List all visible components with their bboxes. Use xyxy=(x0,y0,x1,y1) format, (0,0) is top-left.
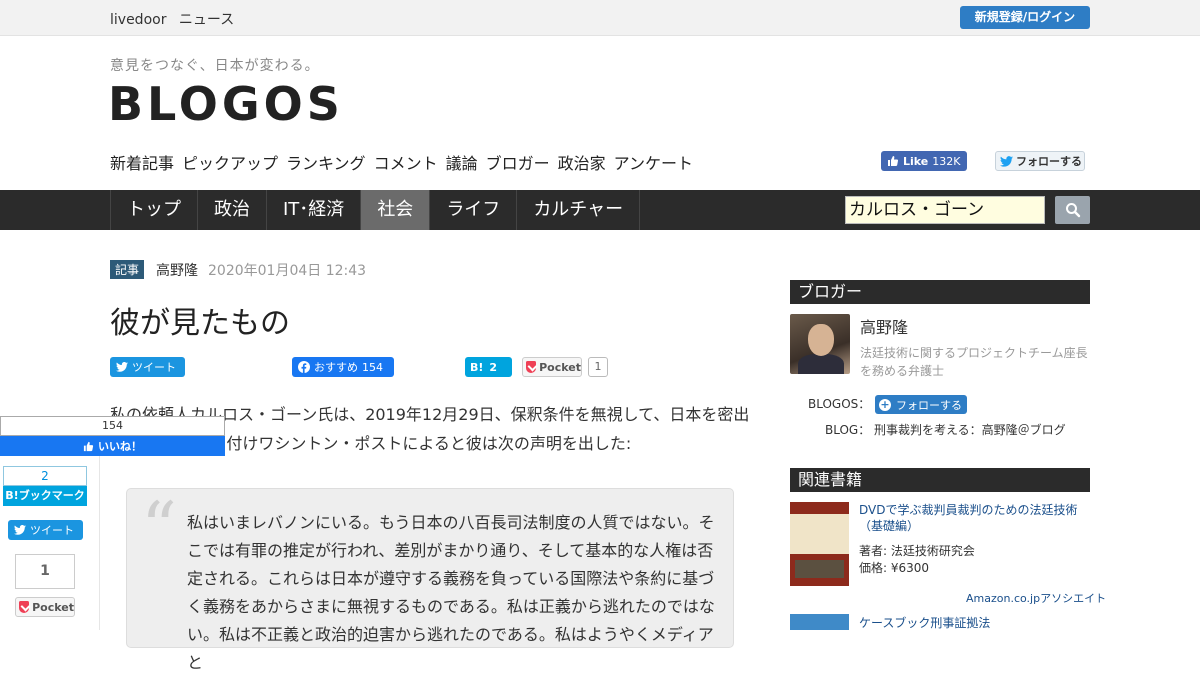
avatar-suit xyxy=(798,354,844,374)
blogger-name[interactable]: 高野隆 xyxy=(860,314,908,338)
fb-recommend-count: 154 xyxy=(362,360,383,374)
nav-culture[interactable]: カルチャー xyxy=(517,190,641,230)
fb-like-count: 132K xyxy=(932,154,961,168)
subnav-survey[interactable]: アンケート xyxy=(614,150,693,174)
fb-recommend-label: おすすめ xyxy=(314,361,358,374)
article-title: 彼が見たもの xyxy=(110,306,290,341)
blogos-follow-button[interactable]: + フォローする xyxy=(875,395,967,414)
sub-navigation: 新着記事 ピックアップ ランキング コメント 議論 ブロガー 政治家 アンケート xyxy=(110,150,693,174)
twitter-bird-icon xyxy=(116,362,128,372)
tweet-button[interactable]: ツイート xyxy=(110,357,185,377)
book-cover[interactable] xyxy=(790,614,849,630)
site-tagline: 意見をつなぐ、日本が変わる。 xyxy=(110,58,320,74)
blogger-avatar[interactable] xyxy=(790,314,850,374)
twitter-follow-button[interactable]: フォローする xyxy=(995,151,1085,171)
article-date: 2020年01月04日 12:43 xyxy=(208,263,367,279)
site-logo[interactable]: BLOGOS xyxy=(108,78,344,130)
left-divider xyxy=(99,456,100,630)
subnav-blogger[interactable]: ブロガー xyxy=(486,150,550,174)
blogger-description: 法廷技術に関するプロジェクトチーム座長を務める弁護士 xyxy=(860,346,1088,378)
blog-link[interactable]: 刑事裁判を考える：高野隆＠ブログ xyxy=(874,421,1066,438)
book-author: 著者: 法廷技術研究会 xyxy=(859,544,975,558)
facebook-like-button[interactable]: Like 132K xyxy=(881,151,967,171)
nav-society[interactable]: 社会 xyxy=(361,190,431,230)
floating-hatena[interactable]: 2 B!ブックマーク xyxy=(3,466,87,506)
search-input[interactable]: カルロス・ゴーン xyxy=(845,196,1045,224)
register-login-button[interactable]: 新規登録/ログイン xyxy=(960,6,1090,29)
book-price: 価格: ¥6300 xyxy=(859,561,930,575)
top-bar: livedoor ニュース 新規登録/ログイン xyxy=(0,0,1200,36)
avatar-face xyxy=(808,324,834,356)
tweet-label: ツイート xyxy=(132,361,176,374)
subnav-discussion[interactable]: 議論 xyxy=(446,150,478,174)
subnav-politician[interactable]: 政治家 xyxy=(558,150,606,174)
subnav-new[interactable]: 新着記事 xyxy=(110,150,174,174)
subnav-comment[interactable]: コメント xyxy=(374,150,438,174)
floating-fb-label: いいね！ xyxy=(98,440,142,453)
pocket-label: Pocket xyxy=(539,360,581,374)
quote-mark-icon: “ xyxy=(141,487,177,569)
pocket-count: 1 xyxy=(588,357,608,377)
hatena-icon: B! xyxy=(470,360,484,374)
blogos-follow-text: フォローする xyxy=(896,398,962,412)
hatena-bookmark-button[interactable]: B! 2 xyxy=(465,357,512,377)
sidebar-books-heading: 関連書籍 xyxy=(790,468,1090,492)
brand-news[interactable]: ニュース xyxy=(179,12,234,28)
book-cover-band xyxy=(790,514,849,554)
blogos-follow-label: BLOGOS： xyxy=(808,397,871,411)
fb-like-label: Like xyxy=(903,154,929,168)
nav-politics[interactable]: 政治 xyxy=(198,190,267,230)
twitter-follow-label: フォローする xyxy=(1016,155,1082,168)
blog-label: BLOG： xyxy=(825,423,871,437)
thumbs-up-icon xyxy=(83,441,94,451)
brand-livedoor[interactable]: livedoor xyxy=(110,12,166,28)
thumbs-up-icon xyxy=(888,156,899,166)
floating-pocket-label: Pocket xyxy=(32,600,74,614)
amazon-associate-link[interactable]: Amazon.co.jpアソシエイト xyxy=(966,590,1106,606)
book-title[interactable]: DVDで学ぶ裁判員裁判のための法廷技術（基礎編） xyxy=(859,502,1084,534)
floating-pocket-count: 1 xyxy=(15,554,75,589)
book-title[interactable]: ケースブック刑事証拠法 xyxy=(859,614,990,631)
book-cover-band-lower xyxy=(795,560,844,578)
floating-hatena-count: 2 xyxy=(3,466,87,486)
article-author[interactable]: 高野隆 xyxy=(156,260,198,280)
category-badge[interactable]: 記事 xyxy=(110,260,145,279)
book-cover[interactable] xyxy=(790,502,849,586)
plus-icon: + xyxy=(879,397,891,411)
floating-hatena-button[interactable]: B!ブックマーク xyxy=(3,486,87,506)
subnav-ranking[interactable]: ランキング xyxy=(286,150,366,174)
pocket-button[interactable]: Pocket xyxy=(522,357,582,377)
floating-tweet-label: ツイート xyxy=(30,524,74,537)
nav-life[interactable]: ライフ xyxy=(430,190,518,230)
pocket-icon xyxy=(19,601,30,613)
twitter-bird-icon xyxy=(14,525,26,535)
facebook-recommend-button[interactable]: おすすめ 154 xyxy=(292,357,394,377)
floating-fb-count: 154 xyxy=(0,416,225,436)
subnav-pickup[interactable]: ピックアップ xyxy=(182,150,278,174)
floating-fb-like-button[interactable]: いいね！ xyxy=(0,436,225,456)
search-icon xyxy=(1065,203,1080,218)
pocket-icon xyxy=(526,361,537,373)
floating-facebook-like[interactable]: 154 いいね！ xyxy=(0,416,225,456)
floating-pocket-button[interactable]: Pocket xyxy=(15,597,75,617)
sidebar-blogger-heading: ブロガー xyxy=(790,280,1090,304)
nav-top[interactable]: トップ xyxy=(110,190,198,230)
hatena-count: 2 xyxy=(489,360,498,374)
livedoor-brand[interactable]: livedoor ニュース xyxy=(110,9,242,29)
search-button[interactable] xyxy=(1055,196,1090,224)
article-blockquote: “ 私はいまレバノンにいる。もう日本の八百長司法制度の人質ではない。そこでは有罪… xyxy=(126,487,734,672)
nav-it-economy[interactable]: IT･経済 xyxy=(267,190,362,230)
twitter-bird-icon xyxy=(1000,155,1013,167)
facebook-icon xyxy=(298,361,310,373)
quote-text: 私はいまレバノンにいる。もう日本の八百長司法制度の人質ではない。そこでは有罪の推… xyxy=(187,513,715,672)
floating-tweet-button[interactable]: ツイート xyxy=(8,520,83,540)
